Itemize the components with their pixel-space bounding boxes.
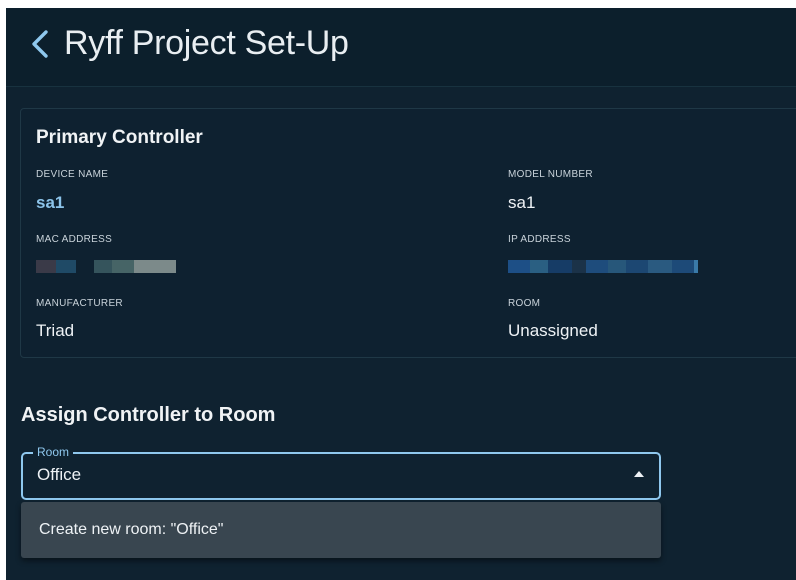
manufacturer-label: MANUFACTURER (36, 298, 123, 309)
room-select-label: Room (33, 444, 74, 460)
manufacturer-value: Triad (36, 321, 75, 340)
room-select-value[interactable]: Office (37, 465, 81, 485)
app-window: Ryff Project Set-Up Primary Controller D… (6, 8, 796, 580)
mac-address-value (36, 260, 176, 273)
mac-address-label: MAC ADDRESS (36, 234, 113, 245)
assign-section-title: Assign Controller to Room (21, 404, 276, 426)
chevron-left-icon (32, 30, 48, 58)
primary-controller-card: Primary Controller DEVICE NAME sa1 MODEL… (20, 108, 796, 358)
device-name-label: DEVICE NAME (36, 169, 109, 180)
ip-address-value (508, 260, 698, 273)
card-title: Primary Controller (36, 127, 203, 148)
room-label: ROOM (508, 298, 541, 309)
page-header: Ryff Project Set-Up (6, 8, 796, 87)
room-select[interactable]: Room Office (21, 444, 661, 500)
create-room-option[interactable]: Create new room: "Office" (21, 502, 661, 558)
room-dropdown-menu: Create new room: "Office" (21, 502, 661, 558)
page-title: Ryff Project Set-Up (64, 24, 349, 62)
model-number-value: sa1 (508, 193, 536, 212)
model-number-label: MODEL NUMBER (508, 169, 593, 180)
caret-up-icon[interactable] (633, 470, 645, 478)
room-value: Unassigned (508, 321, 598, 340)
back-button[interactable] (26, 26, 54, 62)
device-name-value[interactable]: sa1 (36, 193, 64, 213)
create-room-option-label: Create new room: "Office" (39, 521, 224, 538)
ip-address-label: IP ADDRESS (508, 234, 571, 245)
